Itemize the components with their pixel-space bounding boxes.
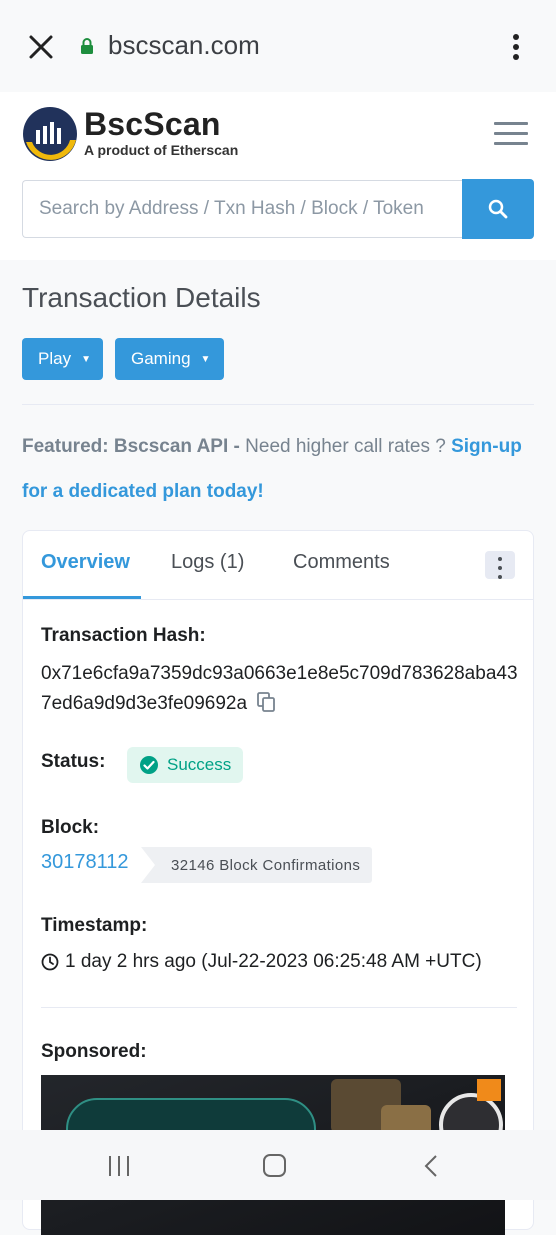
search-input[interactable]: Search by Address / Txn Hash / Block / T… [22, 180, 462, 238]
url-text: bscscan.com [108, 30, 260, 60]
play-dropdown[interactable]: Play ▼ [22, 338, 103, 380]
more-vertical-icon[interactable] [512, 34, 520, 62]
system-navigation-bar [0, 1130, 556, 1200]
divider [41, 1007, 517, 1008]
tab-overview[interactable]: Overview [41, 551, 130, 574]
sponsored-label: Sponsored: [41, 1041, 147, 1062]
block-label: Block: [41, 817, 100, 838]
recent-apps-icon[interactable] [106, 1154, 132, 1178]
tab-bar: Overview Logs (1) Comments [23, 531, 533, 600]
check-circle-icon [140, 756, 158, 774]
site-header: BscScan A product of Etherscan Search by… [0, 92, 556, 260]
brand-tagline: A product of Etherscan [84, 142, 239, 158]
clock-icon [41, 953, 59, 971]
featured-prefix: Featured: Bscscan API - [22, 436, 240, 457]
timestamp-label: Timestamp: [41, 915, 148, 936]
more-options-button[interactable] [485, 551, 515, 579]
status-label: Status: [41, 751, 106, 772]
featured-text: Need higher call rates ? [239, 436, 452, 457]
block-confirmations-badge: 32146 Block Confirmations [141, 847, 373, 883]
tx-hash-value: 0x71e6cfa9a7359dc93a0663e1e8e5c709d78362… [41, 659, 521, 719]
divider [22, 404, 534, 405]
transaction-card: Overview Logs (1) Comments Transaction H… [22, 530, 534, 1235]
bscscan-logo[interactable] [22, 106, 78, 162]
lock-icon [81, 37, 93, 54]
gaming-dropdown[interactable]: Gaming ▼ [115, 338, 224, 380]
back-icon[interactable] [422, 1154, 442, 1178]
address-bar[interactable]: bscscan.com [80, 30, 260, 61]
status-text: Success [167, 755, 232, 774]
active-tab-indicator [23, 596, 141, 599]
tab-comments[interactable]: Comments [293, 551, 390, 574]
play-dropdown-label: Play [38, 349, 72, 368]
search-bar: Search by Address / Txn Hash / Block / T… [22, 179, 534, 240]
tx-hash-text: 0x71e6cfa9a7359dc93a0663e1e8e5c709d78362… [41, 663, 518, 714]
chevron-down-icon: ▼ [81, 353, 91, 365]
browser-toolbar: bscscan.com [0, 0, 556, 92]
search-icon [488, 199, 508, 219]
status-badge: Success [127, 747, 244, 783]
close-icon[interactable] [28, 34, 54, 60]
block-number-link[interactable]: 30178112 [41, 851, 129, 874]
menu-icon[interactable] [494, 122, 528, 148]
featured-banner: Featured: Bscscan API - Need higher call… [22, 424, 522, 514]
tx-hash-label: Transaction Hash: [41, 625, 206, 646]
page-title: Transaction Details [22, 282, 261, 313]
home-icon[interactable] [262, 1154, 288, 1178]
timestamp-text: 1 day 2 hrs ago (Jul-22-2023 06:25:48 AM… [65, 951, 482, 972]
tab-logs[interactable]: Logs (1) [171, 551, 244, 574]
search-button[interactable] [462, 179, 534, 239]
gaming-dropdown-label: Gaming [131, 349, 191, 368]
chevron-down-icon: ▼ [200, 353, 211, 365]
brand-name[interactable]: BscScan [84, 106, 221, 143]
timestamp-value: 1 day 2 hrs ago (Jul-22-2023 06:25:48 AM… [41, 951, 482, 973]
copy-icon[interactable] [257, 692, 275, 712]
